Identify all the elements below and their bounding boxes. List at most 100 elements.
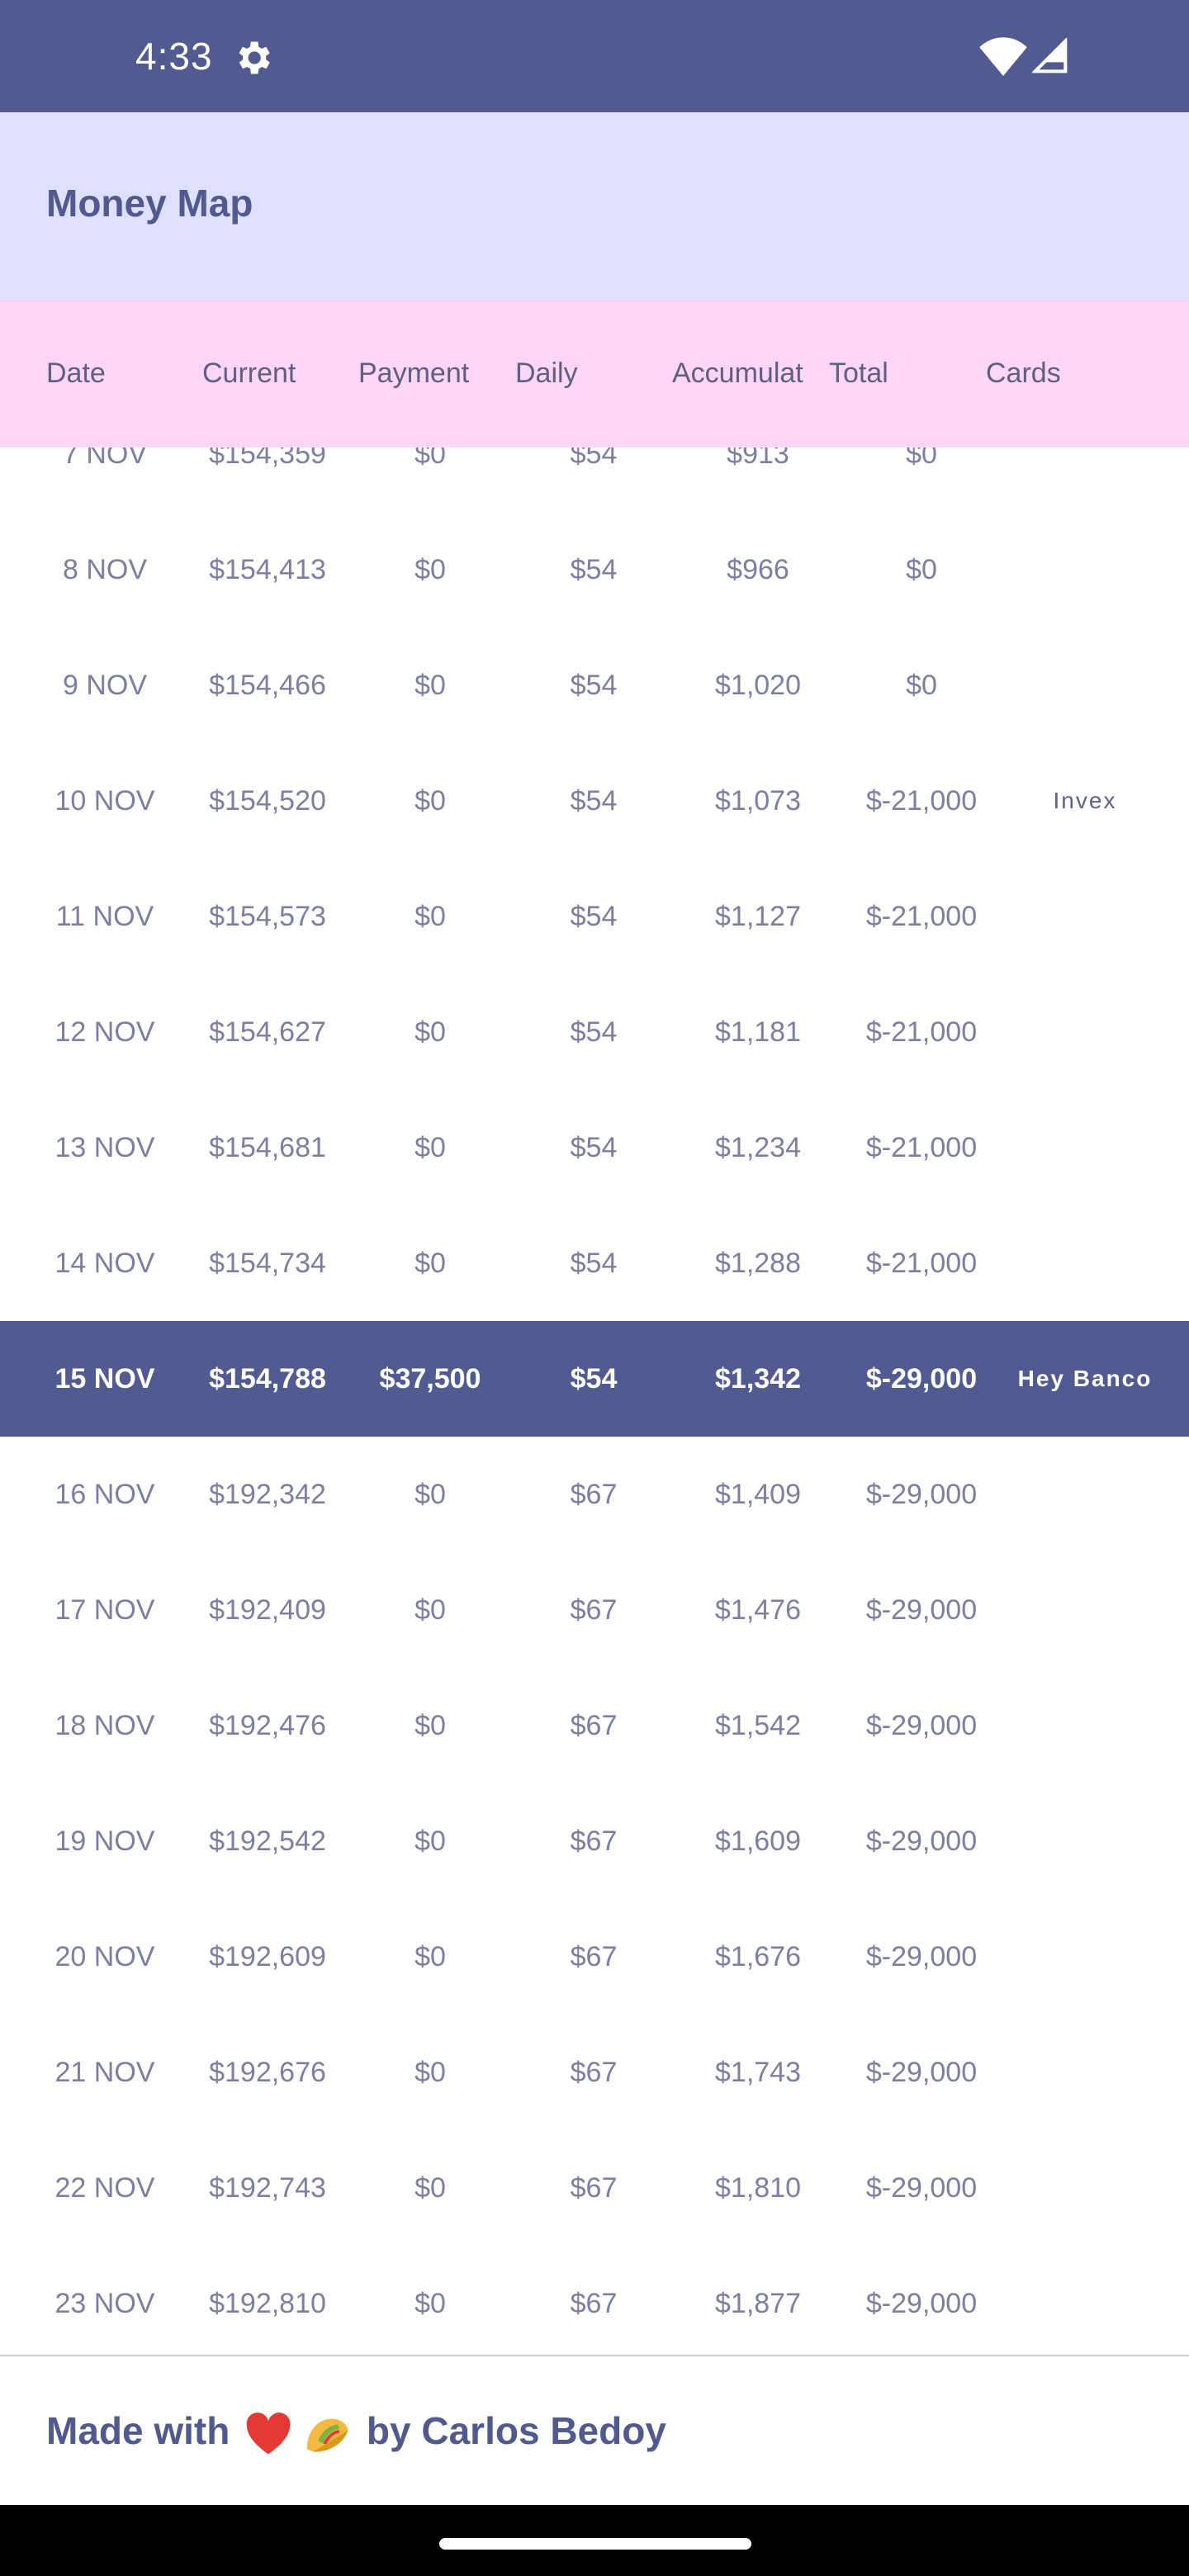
table-row[interactable]: 21 NOV $192,676 $0 $67 $1,743 $-29,000 [0,2015,1189,2130]
gear-icon [239,41,270,74]
table-row[interactable]: 13 NOV $154,681 $0 $54 $1,234 $-21,000 [0,1090,1189,1205]
cell-current: $192,342 [209,1479,326,1510]
cell-date: 10 NOV [54,785,155,817]
cell-payment: $0 [414,785,446,817]
cell-date: 15 NOV [54,1363,155,1395]
cell-daily: $67 [570,2172,618,2204]
table-row[interactable]: 7 NOV $154,359 $0 $54 $913 $0 [0,447,1189,512]
cell-daily: $54 [570,447,618,470]
home-handle[interactable] [439,2538,751,2550]
cell-date: 18 NOV [54,1710,155,1741]
cell-current: $154,681 [209,1132,326,1163]
table-row[interactable]: 23 NOV $192,810 $0 $67 $1,877 $-29,000 [0,2246,1189,2355]
table-row[interactable]: 11 NOV $154,573 $0 $54 $1,127 $-21,000 [0,859,1189,974]
cell-total: $0 [906,447,937,470]
cell-total: $-29,000 [865,1479,978,1510]
status-bar: 4:33 [0,0,1189,112]
table-row[interactable]: 14 NOV $154,734 $0 $54 $1,288 $-21,000 [0,1205,1189,1321]
cell-cards [1004,974,1166,1090]
cell-total: $-29,000 [865,1594,978,1626]
cell-daily: $67 [570,1479,618,1510]
cell-current: $192,409 [209,1594,326,1626]
header-accumulated: Accumulat [672,358,803,389]
cell-daily: $54 [570,554,618,585]
cell-daily: $54 [570,1132,618,1163]
cell-payment: $0 [414,670,446,701]
table-row[interactable]: 9 NOV $154,466 $0 $54 $1,020 $0 [0,627,1189,743]
table-body[interactable]: 7 NOV $154,359 $0 $54 $913 $0 8 NOV $154,413 $0 $… [0,447,1189,2355]
cell-current: $154,520 [209,785,326,817]
header-payment: Payment [358,358,470,389]
cell-cards [1004,1090,1166,1205]
header-current: Current [202,358,296,389]
cell-total: $-21,000 [865,785,978,817]
table-row[interactable]: 20 NOV $192,609 $0 $67 $1,676 $-29,000 [0,1899,1189,2015]
cell-total: $-29,000 [865,1363,978,1395]
cell-accumulated: $1,288 [715,1248,801,1279]
cell-date: 16 NOV [54,1479,155,1510]
status-time: 4:33 [135,35,213,78]
table-row[interactable]: 10 NOV $154,520 $0 $54 $1,073 $-21,000 Invex [0,743,1189,859]
cell-accumulated: $1,342 [715,1363,801,1395]
table-row[interactable]: 16 NOV $192,342 $0 $67 $1,409 $-29,000 [0,1437,1189,1552]
cell-payment: $0 [414,2288,446,2319]
cell-accumulated: $1,676 [715,1941,801,1972]
cell-daily: $54 [570,1248,618,1279]
app-bar: Money Map [0,112,1189,299]
header-total: Total [829,358,888,389]
cell-cards [1004,859,1166,974]
table-row[interactable]: 22 NOV $192,743 $0 $67 $1,810 $-29,000 [0,2130,1189,2246]
cell-payment: $0 [414,2057,446,2088]
table-row[interactable]: 19 NOV $192,542 $0 $67 $1,609 $-29,000 [0,1783,1189,1899]
cell-current: $154,627 [209,1016,326,1048]
cell-current: $154,734 [209,1248,326,1279]
cell-current: $192,542 [209,1825,326,1857]
cell-total: $0 [906,554,937,585]
cell-daily: $67 [570,1710,618,1741]
cell-daily: $67 [570,1941,618,1972]
cell-cards [1004,2246,1166,2355]
cell-current: $192,476 [209,1710,326,1741]
cell-cards: Invex [1053,788,1117,813]
cell-cards [1004,1899,1166,2015]
cell-date: 22 NOV [54,2172,155,2204]
cell-accumulated: $1,476 [715,1594,801,1626]
cell-current: $154,573 [209,901,326,932]
cell-daily: $67 [570,1825,618,1857]
app-title: Money Map [46,182,253,225]
header-daily: Daily [515,358,578,389]
table-row[interactable]: 8 NOV $154,413 $0 $54 $966 $0 [0,512,1189,627]
header-date: Date [46,358,106,389]
cell-date: 9 NOV [62,670,148,701]
heart-icon [246,2412,291,2455]
cell-cards [1004,1552,1166,1668]
table-row[interactable]: 18 NOV $192,476 $0 $67 $1,542 $-29,000 [0,1668,1189,1783]
cell-cards [1004,1205,1166,1321]
cell-date: 19 NOV [54,1825,155,1857]
cell-total: $-29,000 [865,2288,978,2319]
table-row[interactable]: 17 NOV $192,409 $0 $67 $1,476 $-29,000 [0,1552,1189,1668]
nav-bar [0,2505,1189,2576]
cell-payment: $0 [414,447,446,470]
cell-cards [1004,2015,1166,2130]
cell-payment: $0 [414,1479,446,1510]
cell-payment: $0 [414,1016,446,1048]
cell-date: 8 NOV [62,554,148,585]
cell-total: $-21,000 [865,901,978,932]
cell-date: 14 NOV [54,1248,155,1279]
table-row-highlighted[interactable]: 15 NOV $154,788 $37,500 $54 $1,342 $-29,000 He… [0,1321,1189,1437]
wifi-icon [979,37,1027,76]
cell-accumulated: $1,542 [715,1710,801,1741]
cell-payment: $0 [414,1594,446,1626]
cell-cards [1004,512,1166,627]
cell-daily: $54 [570,785,618,817]
cell-payment: $0 [414,554,446,585]
cell-date: 17 NOV [54,1594,155,1626]
cell-accumulated: $1,743 [715,2057,801,2088]
cell-cards [1004,1783,1166,1899]
cell-daily: $67 [570,2288,618,2319]
cell-date: 21 NOV [54,2057,155,2088]
table-row[interactable]: 12 NOV $154,627 $0 $54 $1,181 $-21,000 [0,974,1189,1090]
cell-current: $192,743 [209,2172,326,2204]
cell-current: $154,359 [209,447,326,470]
